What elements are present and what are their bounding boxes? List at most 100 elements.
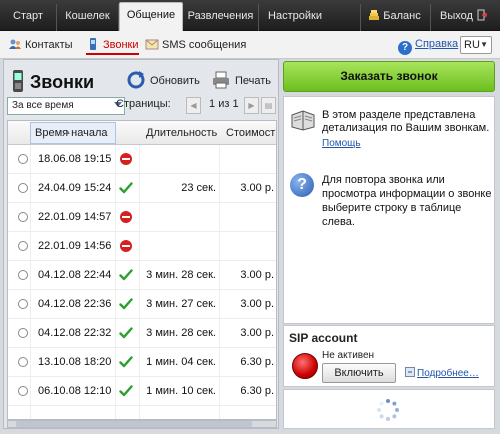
row-radio[interactable] — [18, 154, 28, 164]
tab-settings[interactable]: Настройки — [259, 4, 331, 31]
row-start-time: 04.12.08 22:36 — [38, 298, 112, 310]
row-radio[interactable] — [18, 357, 28, 367]
column-start-time[interactable]: ▲ Время начала — [30, 122, 116, 144]
check-icon — [119, 355, 133, 369]
page-title-text: Звонки — [30, 72, 95, 92]
table-row[interactable]: 18.06.08 19:15 — [8, 145, 276, 174]
tab-communication[interactable]: Общение — [119, 2, 183, 31]
print-button[interactable]: Печать — [211, 70, 271, 92]
chevron-down-icon: ▼ — [480, 40, 488, 49]
row-cost: 3.00 р. — [240, 327, 274, 339]
table-row[interactable]: 06.10.08 12:10 1 мин. 10 сек. 6.30 р. — [8, 377, 276, 406]
next-page-button[interactable]: ▶ — [244, 97, 259, 114]
subnav-calls[interactable]: Звонки — [86, 37, 139, 55]
pages-label: Страницы: — [116, 98, 171, 110]
period-value: За все время — [12, 100, 74, 111]
row-duration: 23 сек. — [181, 182, 216, 194]
info-text: В этом разделе представлена детализация … — [322, 109, 490, 134]
page-of: из — [218, 98, 230, 110]
subnav-calls-label: Звонки — [103, 39, 139, 51]
row-start-time: 18.06.08 19:15 — [38, 153, 112, 165]
row-start-time: 24.04.09 15:24 — [38, 182, 112, 194]
balance-button[interactable]: Баланс — [360, 4, 428, 31]
row-cost: 3.00 р. — [240, 182, 274, 194]
row-duration: 3 мин. 28 сек. — [146, 269, 216, 281]
envelope-icon — [145, 39, 159, 50]
row-radio[interactable] — [18, 328, 28, 338]
table-row[interactable]: 22.01.09 14:57 — [8, 203, 276, 232]
row-radio[interactable] — [18, 299, 28, 309]
row-cost: 6.30 р. — [240, 385, 274, 397]
refresh-icon — [127, 71, 145, 89]
phone-icon — [90, 38, 96, 50]
row-start-time: 06.10.08 12:10 — [38, 385, 112, 397]
help-link-inline[interactable]: Помощь — [322, 137, 492, 150]
period-select[interactable]: За все время — [7, 97, 125, 115]
link-icon — [405, 367, 415, 377]
loading-panel — [283, 389, 495, 429]
help-label: Справка — [415, 38, 459, 50]
prev-page-button[interactable]: ◀ — [186, 97, 201, 114]
help-link[interactable]: ? Справка — [398, 38, 458, 55]
language-select[interactable]: RU ▼ — [460, 36, 492, 54]
row-cost: 3.00 р. — [240, 269, 274, 281]
table-header: ▲ Время начала Длительность Стоимость — [8, 121, 276, 145]
table-row[interactable]: 13.10.08 18:20 1 мин. 04 сек. 6.30 р. — [8, 348, 276, 377]
no-entry-icon — [119, 239, 133, 253]
sip-more-label: Подробнее… — [417, 368, 479, 379]
status-indicator-icon — [292, 353, 318, 379]
subnav-sms-label: SMS сообщения — [162, 39, 247, 51]
exit-button[interactable]: Выход — [430, 4, 496, 31]
check-icon — [119, 384, 133, 398]
top-nav: Старт Кошелек Общение Развлечения Настро… — [0, 0, 500, 31]
exit-icon — [477, 9, 487, 21]
table-row[interactable]: 04.12.08 22:36 3 мин. 27 сек. 3.00 р. — [8, 290, 276, 319]
hint-text: Для повтора звонка или просмотра информа… — [322, 174, 492, 228]
exit-label: Выход — [440, 10, 473, 22]
column-cost[interactable]: Стоимость — [226, 127, 276, 139]
enable-sip-button[interactable]: Включить — [322, 363, 396, 383]
table-row[interactable]: 22.01.09 14:56 — [8, 232, 276, 261]
column-duration[interactable]: Длительность — [146, 127, 217, 139]
contacts-icon — [9, 39, 21, 49]
row-radio[interactable] — [18, 270, 28, 280]
scrollbar-thumb[interactable] — [16, 421, 252, 427]
subnav-contacts[interactable]: Контакты — [8, 37, 73, 55]
row-radio[interactable] — [18, 212, 28, 222]
info-panel: В этом разделе представлена детализация … — [283, 96, 495, 324]
page-title: Звонки — [12, 70, 94, 93]
table-row[interactable]: 04.12.08 22:44 3 мин. 28 сек. 3.00 р. — [8, 261, 276, 290]
sort-up-icon: ▲ — [65, 130, 71, 136]
row-radio[interactable] — [18, 241, 28, 251]
balance-label: Баланс — [383, 10, 421, 22]
row-duration: 3 мин. 27 сек. — [146, 298, 216, 310]
help-icon: ? — [398, 41, 412, 55]
page-export-button[interactable]: ▤ — [261, 97, 276, 114]
tab-wallet[interactable]: Кошелек — [57, 4, 119, 31]
row-cost: 6.30 р. — [240, 356, 274, 368]
check-icon — [119, 297, 133, 311]
row-start-time: 13.10.08 18:20 — [38, 356, 112, 368]
tab-entertainment[interactable]: Развлечения — [183, 4, 259, 31]
balance-icon — [369, 10, 380, 20]
table-row[interactable]: 24.04.09 15:24 23 сек. 3.00 р. — [8, 174, 276, 203]
subnav-sms[interactable]: SMS сообщения — [145, 37, 246, 55]
printer-icon — [213, 71, 229, 89]
page-current: 1 — [209, 98, 216, 110]
horizontal-scrollbar[interactable] — [7, 420, 277, 428]
row-cost: 3.00 р. — [240, 298, 274, 310]
row-start-time: 22.01.09 14:56 — [38, 240, 112, 252]
row-duration: 1 мин. 10 сек. — [146, 385, 216, 397]
row-radio[interactable] — [18, 183, 28, 193]
row-duration: 3 мин. 28 сек. — [146, 327, 216, 339]
refresh-label: Обновить — [150, 75, 200, 87]
refresh-button[interactable]: Обновить — [126, 70, 200, 92]
sip-more-link[interactable]: Подробнее… — [405, 367, 479, 379]
sip-panel: SIP account Не активен Включить Подробне… — [283, 325, 495, 387]
table-row[interactable]: 04.12.08 22:32 3 мин. 28 сек. 3.00 р. — [8, 319, 276, 348]
book-icon — [291, 110, 315, 131]
row-radio[interactable] — [18, 386, 28, 396]
sip-status: Не активен — [322, 350, 375, 361]
tab-start[interactable]: Старт — [0, 4, 57, 31]
order-call-button[interactable]: Заказать звонок — [283, 61, 495, 92]
